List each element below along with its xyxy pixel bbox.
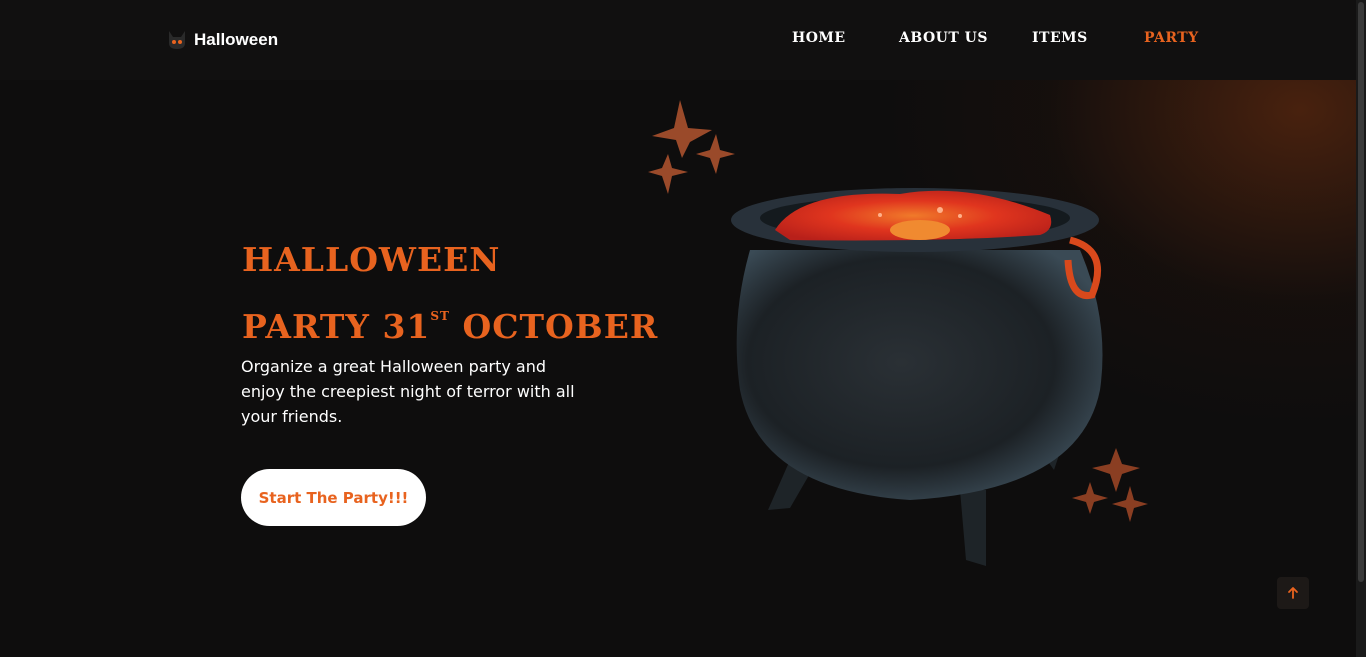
- cat-skull-icon: [169, 31, 185, 49]
- nav-home[interactable]: HOME: [792, 30, 846, 46]
- page: Halloween HOME ABOUT US ITEMS PARTY HALL…: [0, 0, 1356, 657]
- site-header: Halloween HOME ABOUT US ITEMS PARTY: [0, 0, 1356, 80]
- nav-items[interactable]: ITEMS: [1032, 30, 1088, 46]
- start-party-button[interactable]: Start The Party!!!: [241, 469, 426, 526]
- cauldron-illustration: [648, 100, 1148, 566]
- arrow-up-icon: [1288, 587, 1298, 599]
- hero-title-ordinal: ST: [430, 309, 450, 323]
- logo[interactable]: Halloween: [166, 28, 278, 52]
- scrollbar[interactable]: [1356, 0, 1366, 657]
- hero-title-date: PARTY 31: [242, 307, 431, 346]
- logo-text: Halloween: [194, 30, 279, 49]
- scrollbar-thumb[interactable]: [1358, 2, 1364, 582]
- star-icon: [648, 154, 688, 194]
- nav-about-us[interactable]: ABOUT US: [899, 30, 988, 46]
- star-icon: [696, 134, 735, 174]
- star-icon: [1072, 482, 1108, 514]
- back-to-top-button[interactable]: [1277, 577, 1309, 609]
- star-icon: [1112, 486, 1148, 522]
- hero-title-line2: PARTY 31ST OCTOBER: [242, 307, 658, 346]
- nav-party[interactable]: PARTY: [1144, 30, 1199, 46]
- hero-title-line1: HALLOWEEN: [242, 240, 501, 279]
- star-icon: [1092, 448, 1140, 492]
- star-icon: [652, 100, 712, 158]
- hero-title: HALLOWEEN PARTY 31ST OCTOBER: [242, 232, 658, 355]
- hero-title-month: OCTOBER: [450, 307, 659, 346]
- hero-description: Organize a great Halloween party and enj…: [241, 357, 575, 426]
